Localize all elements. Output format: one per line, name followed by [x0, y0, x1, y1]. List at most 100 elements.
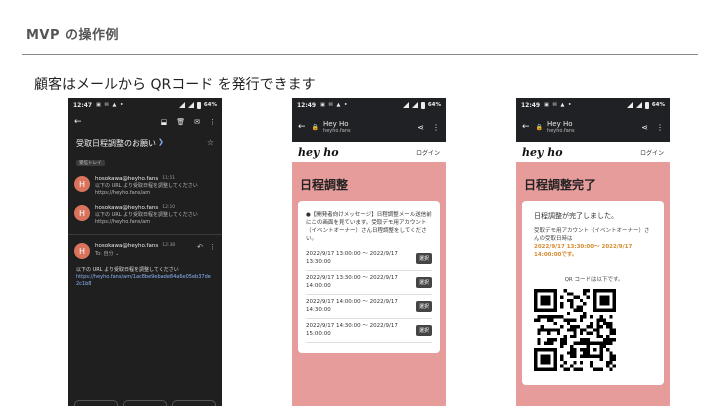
- battery-icon: [644, 101, 649, 109]
- message-preview: 以下の URL より受取日程を調整してください https://heyho.fa…: [95, 183, 198, 196]
- page-heading: 日程調整: [300, 178, 349, 192]
- select-button[interactable]: 選択: [415, 301, 432, 312]
- avatar: H: [74, 176, 90, 192]
- login-link[interactable]: ログイン: [640, 148, 664, 157]
- message-item[interactable]: H hosokawa@heyho.fans 12:10 以下の URL より受取日…: [68, 197, 222, 226]
- mail-icon[interactable]: ✉: [194, 118, 200, 126]
- message-time: 12:38: [162, 243, 176, 248]
- email-body-text: 以下の URL より受取日程を調整してください: [76, 267, 179, 273]
- site-header: hey ho ログイン: [516, 142, 670, 162]
- select-button[interactable]: 選択: [415, 253, 432, 264]
- open-message-header[interactable]: H hosokawa@heyho.fans 12:38 To: 自分 ⌄ ↶ ⋮: [68, 235, 222, 259]
- reply-button[interactable]: [74, 400, 118, 406]
- title-rule: [22, 54, 698, 55]
- back-arrow-icon[interactable]: ←: [74, 117, 82, 127]
- signal-icon: [411, 102, 418, 108]
- battery-icon: [196, 101, 201, 109]
- slot-time: 2022/9/17 14:00:00 〜 2022/9/17 14:30:00: [306, 299, 398, 313]
- browser-toolbar: ← 🔒 Hey Ho heyho.fans ⋖ ⋮: [516, 112, 670, 142]
- heyho-logo[interactable]: hey ho: [522, 146, 563, 159]
- pickup-description: 受取デモ用アカウント（イベントオーナー）さんの受取日時は: [534, 228, 650, 242]
- browser-toolbar: ← 🔒 Hey Ho heyho.fans ⋖ ⋮: [292, 112, 446, 142]
- archive-icon[interactable]: ⬓: [161, 118, 168, 126]
- tab-title: Hey Ho: [547, 120, 573, 128]
- schedule-card: ●【開発者向けメッセージ】日程調整メール送信前にこの画面を見ています。受取デモ用…: [298, 201, 440, 353]
- signal-icon: [187, 102, 194, 108]
- slide-subtitle: 顧客はメールから QRコード を発行できます: [34, 77, 316, 93]
- battery-level: 64%: [651, 102, 665, 108]
- sender: hosokawa@heyho.fans: [95, 205, 159, 211]
- tab-title: Hey Ho: [323, 120, 349, 128]
- heyho-logo[interactable]: hey ho: [298, 146, 339, 159]
- avatar: H: [74, 243, 90, 259]
- sender: hosokawa@heyho.fans: [95, 243, 159, 249]
- wifi-icon: [178, 102, 185, 108]
- slot-time: 2022/9/17 13:30:00 〜 2022/9/17 14:00:00: [306, 275, 398, 289]
- signal-icon: [635, 102, 642, 108]
- time-slot: 2022/9/17 13:00:00 〜 2022/9/17 13:30:00 …: [306, 247, 432, 271]
- slot-time: 2022/9/17 14:30:00 〜 2022/9/17 15:00:00: [306, 323, 398, 337]
- more-vert-icon[interactable]: ⋮: [656, 123, 664, 132]
- reply-all-button[interactable]: [123, 400, 167, 406]
- status-bar: 12:49 ▣ ✉ ▲ • 64%: [516, 98, 670, 112]
- time-slot: 2022/9/17 14:00:00 〜 2022/9/17 14:30:00 …: [306, 295, 432, 319]
- status-time: 12:47: [73, 101, 93, 109]
- status-time: 12:49: [521, 101, 541, 109]
- completion-message: 日程調整が完了しました。: [534, 212, 618, 220]
- status-time: 12:49: [297, 101, 317, 109]
- reply-buttons: [74, 400, 216, 406]
- lock-icon[interactable]: 🔒: [312, 124, 319, 131]
- avatar: H: [74, 205, 90, 221]
- message-preview: 以下の URL より受取日程を調整してください https://heyho.fa…: [95, 212, 198, 225]
- qr-code: [534, 289, 616, 371]
- page-heading: 日程調整完了: [524, 178, 597, 192]
- back-arrow-icon[interactable]: ←: [522, 122, 530, 132]
- notification-icons: ▣ ✉ ▲ •: [96, 102, 125, 108]
- wifi-icon: [626, 102, 633, 108]
- gmail-toolbar: ← ⬓ 🗑 ✉ ⋮: [68, 112, 222, 132]
- developer-notice: ●【開発者向けメッセージ】日程調整メール送信前にこの画面を見ています。受取デモ用…: [306, 212, 432, 242]
- schedule-phone-screenshot: 12:49 ▣ ✉ ▲ • 64% ← 🔒 Hey Ho heyho.fans …: [292, 98, 446, 406]
- back-arrow-icon[interactable]: ←: [298, 122, 306, 132]
- lock-icon[interactable]: 🔒: [536, 124, 543, 131]
- url-domain[interactable]: heyho.fans: [323, 128, 417, 134]
- inbox-badge[interactable]: 受信トレイ: [76, 160, 105, 166]
- reply-icon[interactable]: ↶: [197, 243, 203, 259]
- wifi-icon: [402, 102, 409, 108]
- recipient[interactable]: To: 自分 ⌄: [95, 250, 193, 257]
- select-button[interactable]: 選択: [415, 325, 432, 336]
- completion-card: 日程調整が完了しました。 受取デモ用アカウント（イベントオーナー）さんの受取日時…: [522, 201, 664, 385]
- more-vert-icon[interactable]: ⋮: [209, 118, 216, 126]
- message-time: 11:51: [162, 176, 176, 181]
- select-button[interactable]: 選択: [415, 277, 432, 288]
- message-item[interactable]: H hosokawa@heyho.fans 11:51 以下の URL より受取日…: [68, 168, 222, 197]
- slot-list: 2022/9/17 13:00:00 〜 2022/9/17 13:30:00 …: [306, 247, 432, 343]
- qr-label: QR コードは以下です。: [564, 277, 624, 283]
- message-time: 12:10: [162, 205, 176, 210]
- gmail-phone-screenshot: 12:47 ▣ ✉ ▲ • 64% ← ⬓ 🗑 ✉ ⋮ 受取日程調整のお願い ❯…: [68, 98, 222, 406]
- sender: hosokawa@heyho.fans: [95, 176, 159, 182]
- more-vert-icon[interactable]: ⋮: [432, 123, 440, 132]
- forward-button[interactable]: [172, 400, 216, 406]
- share-icon[interactable]: ⋖: [641, 123, 648, 132]
- email-body: 以下の URL より受取日程を調整してください https://heyho.fa…: [68, 259, 222, 288]
- delete-icon[interactable]: 🗑: [176, 118, 185, 126]
- pickup-datetime: 2022/9/17 13:30:00〜 2022/9/17 14:00:00です…: [534, 244, 633, 258]
- site-header: hey ho ログイン: [292, 142, 446, 162]
- status-bar: 12:49 ▣ ✉ ▲ • 64%: [292, 98, 446, 112]
- notification-icons: ▣ ✉ ▲ •: [320, 102, 349, 108]
- share-icon[interactable]: ⋖: [417, 123, 424, 132]
- star-icon[interactable]: ☆: [207, 138, 214, 147]
- label-arrow-icon: ❯: [158, 138, 164, 146]
- status-bar: 12:47 ▣ ✉ ▲ • 64%: [68, 98, 222, 112]
- url-domain[interactable]: heyho.fans: [547, 128, 641, 134]
- more-vert-icon[interactable]: ⋮: [209, 243, 216, 259]
- time-slot: 2022/9/17 14:30:00 〜 2022/9/17 15:00:00 …: [306, 319, 432, 343]
- schedule-link[interactable]: https://heyho.fans/am/1ac8be9ebade84a6e0…: [76, 274, 214, 288]
- login-link[interactable]: ログイン: [416, 148, 440, 157]
- email-subject: 受取日程調整のお願い: [76, 139, 156, 148]
- notification-icons: ▣ ✉ ▲ •: [544, 102, 573, 108]
- completion-phone-screenshot: 12:49 ▣ ✉ ▲ • 64% ← 🔒 Hey Ho heyho.fans …: [516, 98, 670, 406]
- time-slot: 2022/9/17 13:30:00 〜 2022/9/17 14:00:00 …: [306, 271, 432, 295]
- slide-title: MVP の操作例: [26, 28, 120, 43]
